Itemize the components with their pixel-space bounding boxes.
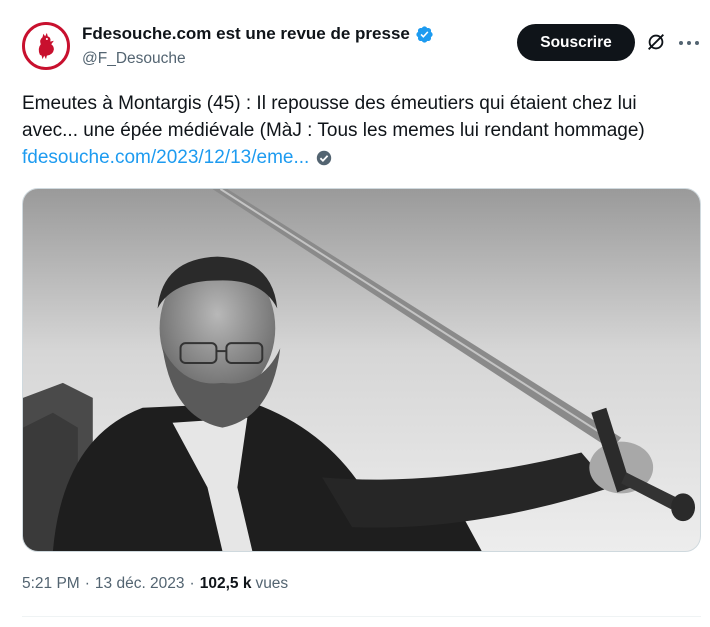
tweet-text-line-2: avec... une épée médiévale (MàJ : Tous l… [22, 120, 645, 141]
rooster-logo-icon [25, 25, 67, 67]
dot-icon [695, 41, 699, 45]
tweet-meta: 5:21 PM · 13 déc. 2023 · 102,5 k vues [22, 575, 288, 593]
check-circle-icon [317, 150, 332, 166]
views-label: vues [255, 575, 289, 592]
dot-icon [679, 41, 683, 45]
dot-icon [687, 41, 691, 45]
tweet-text-line-1: Emeutes à Montargis (45) : Il repousse d… [22, 93, 637, 114]
divider [22, 616, 701, 617]
tweet-text: Emeutes à Montargis (45) : Il repousse d… [22, 90, 702, 144]
grok-icon[interactable] [645, 31, 667, 53]
author-handle[interactable]: @F_Desouche [82, 50, 186, 68]
views-count: 102,5 k [199, 575, 252, 592]
tweet-photo[interactable] [22, 188, 701, 552]
photo-icon [23, 189, 700, 551]
tweet-link-row: fdesouche.com/2023/12/13/eme... [22, 147, 333, 169]
tweet-date[interactable]: 13 déc. 2023 [95, 575, 185, 593]
display-name[interactable]: Fdesouche.com est une revue de presse [82, 24, 410, 44]
author-name-row: Fdesouche.com est une revue de presse [82, 24, 434, 44]
meta-separator: · [189, 575, 195, 592]
more-options-icon[interactable] [679, 33, 699, 53]
article-link[interactable]: fdesouche.com/2023/12/13/eme... [22, 147, 309, 169]
tweet-card: Fdesouche.com est une revue de presse @F… [0, 0, 710, 627]
subscribe-button[interactable]: Souscrire [517, 24, 635, 61]
verified-badge-icon[interactable] [415, 25, 434, 44]
avatar[interactable] [22, 22, 70, 70]
meta-separator: · [84, 575, 90, 592]
tweet-time[interactable]: 5:21 PM [22, 575, 80, 593]
